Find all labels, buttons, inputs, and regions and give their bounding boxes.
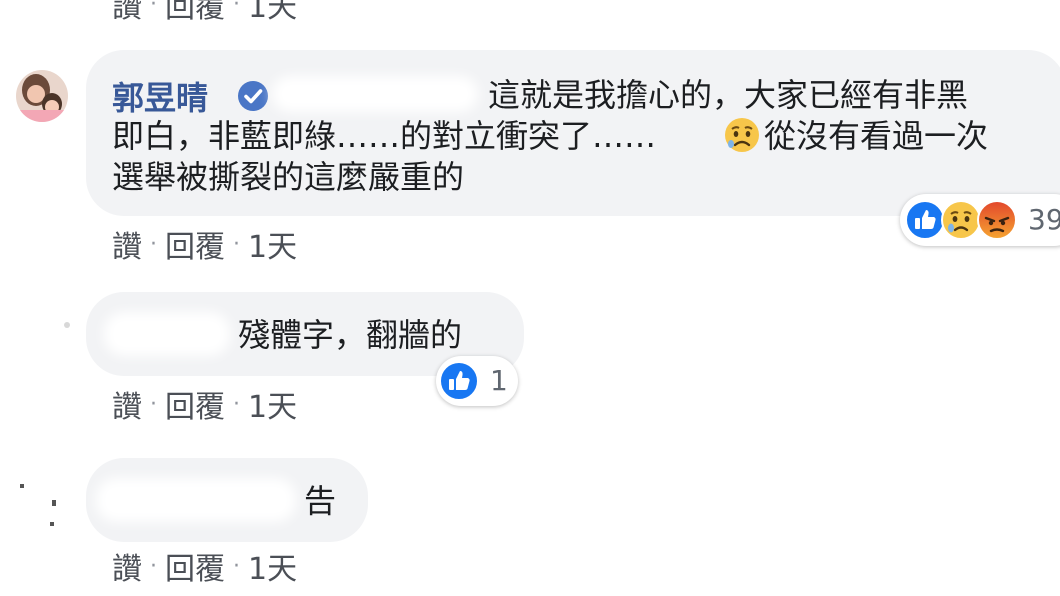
comment-text: 告	[304, 482, 337, 520]
avatar[interactable]	[16, 70, 68, 122]
comment-actions: 讚 · 回覆 · 1天	[112, 544, 297, 588]
timestamp[interactable]: 1天	[248, 0, 297, 26]
separator-dot: ·	[233, 0, 240, 17]
worried-face-icon	[722, 115, 762, 155]
reactions-summary[interactable]: 1	[436, 356, 518, 406]
separator-dot: ·	[233, 231, 240, 257]
angry-reaction-icon	[976, 199, 1018, 241]
reply-link[interactable]: 回覆	[165, 382, 225, 426]
timestamp[interactable]: 1天	[248, 222, 297, 266]
verified-badge-icon	[236, 79, 270, 113]
separator-dot: ·	[150, 231, 157, 257]
comment-text-line: 從沒有看過一次	[764, 117, 989, 155]
avatar-photo-icon	[16, 70, 68, 122]
redacted-author-name	[96, 478, 296, 522]
redacted-author-name	[104, 312, 230, 356]
reaction-count: 1	[490, 364, 508, 397]
reactions-summary[interactable]: 39	[900, 194, 1060, 246]
redacted-avatar-fragment	[50, 522, 54, 526]
redacted-tag-name	[272, 76, 478, 112]
like-link[interactable]: 讚	[112, 222, 142, 266]
separator-dot: ·	[150, 553, 157, 579]
separator-dot: ·	[150, 391, 157, 417]
like-link[interactable]: 讚	[112, 0, 142, 26]
top-comment-actions: 讚 · 回覆 · 1天	[112, 0, 297, 26]
redacted-avatar-fragment	[20, 484, 24, 488]
reply-link[interactable]: 回覆	[165, 544, 225, 588]
comment-actions: 讚 · 回覆 · 1天	[112, 222, 297, 266]
comment-text-line: 選舉被撕裂的這麼嚴重的	[112, 158, 465, 196]
separator-dot: ·	[150, 0, 157, 17]
comment-text: 殘體字，翻牆的	[238, 316, 463, 354]
reply-link[interactable]: 回覆	[165, 222, 225, 266]
separator-dot: ·	[233, 391, 240, 417]
comment-actions: 讚 · 回覆 · 1天	[112, 382, 297, 426]
reaction-count: 39	[1028, 203, 1060, 236]
comment-text-line: 這就是我擔心的，大家已經有非黑	[488, 76, 969, 114]
separator-dot: ·	[233, 553, 240, 579]
timestamp[interactable]: 1天	[248, 544, 297, 588]
comment-text-line: 即白，非藍即綠……的對立衝突了……	[112, 117, 657, 155]
redacted-avatar-fragment	[52, 500, 56, 506]
like-link[interactable]: 讚	[112, 382, 142, 426]
redacted-avatar	[64, 322, 70, 328]
like-link[interactable]: 讚	[112, 544, 142, 588]
like-reaction-icon	[438, 360, 480, 402]
comment-author[interactable]: 郭昱晴	[112, 73, 208, 119]
reply-link[interactable]: 回覆	[165, 0, 225, 26]
timestamp[interactable]: 1天	[248, 382, 297, 426]
